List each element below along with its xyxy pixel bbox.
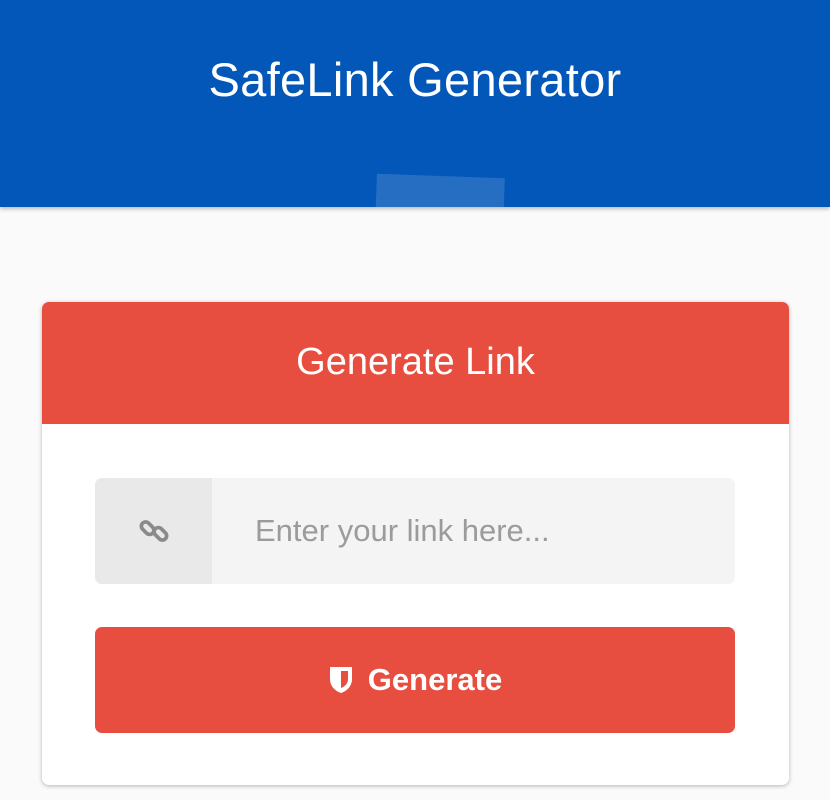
generate-button-label: Generate [367, 662, 503, 697]
generate-button[interactable]: Generate [95, 627, 735, 733]
card-title: Generate Link [296, 341, 535, 383]
generate-link-card: Generate Link Generate [42, 302, 789, 785]
shield-icon [328, 665, 354, 695]
link-input[interactable] [212, 478, 717, 584]
app-header: SafeLink Generator [0, 0, 830, 207]
header-decoration [375, 173, 505, 207]
link-icon [137, 514, 171, 548]
link-input-group [95, 478, 735, 584]
card-header: Generate Link [42, 302, 789, 424]
link-icon-box [95, 478, 212, 584]
app-title: SafeLink Generator [208, 53, 622, 106]
